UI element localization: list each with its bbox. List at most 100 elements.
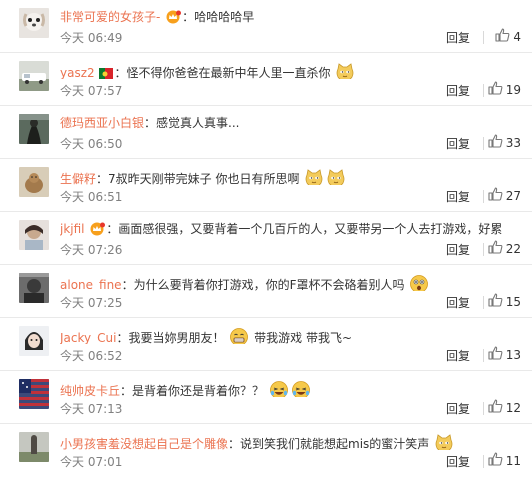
like-count: 13 <box>505 348 521 362</box>
divider <box>483 84 484 97</box>
like-count: 15 <box>505 295 521 309</box>
like-count: 4 <box>513 30 521 44</box>
doge-emoji-icon <box>335 62 355 79</box>
doge-emoji-icon <box>326 168 346 185</box>
like-button[interactable]: 22 <box>488 240 521 258</box>
username-link[interactable]: yasz2 <box>60 66 95 79</box>
username-link[interactable]: 小男孩害羞没想起自己是个雕像 <box>60 437 228 450</box>
timestamp: 今天 07:57 <box>60 84 123 98</box>
username-link[interactable]: Jacky_Cui <box>60 331 116 344</box>
comment-text: 哈哈哈哈早 <box>194 10 255 24</box>
comment-item: 小男孩害羞没想起自己是个雕像：说到笑我们就能想起mis的蜜汁笑声 今天 07:0… <box>0 424 532 477</box>
like-button[interactable]: 11 <box>488 452 521 470</box>
thumbs-up-icon <box>495 28 510 46</box>
comment-text: 7叔昨天刚带完妹子 你也日有所思啊 <box>108 172 300 185</box>
like-button[interactable]: 19 <box>488 81 521 99</box>
comment-item: yasz2 ：怪不得你爸爸在最新中年人里一直杀你 今天 07:57 回复 19 <box>0 53 532 106</box>
divider <box>483 31 484 44</box>
avatar[interactable] <box>19 273 49 303</box>
reply-button[interactable]: 回复 <box>446 296 470 310</box>
grin-emoji-icon <box>229 327 249 344</box>
reply-button[interactable]: 回复 <box>446 402 470 416</box>
divider <box>483 137 484 150</box>
timestamp: 今天 07:26 <box>60 243 123 257</box>
comment-text: 怪不得你爸爸在最新中年人里一直杀你 <box>126 66 331 79</box>
comment-text: 为什么要背着你打游戏，你的F罩杯不会硌着别人吗 <box>133 278 405 291</box>
avatar[interactable] <box>19 114 49 144</box>
like-count: 27 <box>505 189 521 203</box>
divider <box>483 455 484 468</box>
comment-list: 非常可爱的女孩子- ：哈哈哈哈早 今天 06:49 回复 4 yasz2 ：怪不… <box>0 0 532 483</box>
username-link[interactable]: 非常可爱的女孩子- <box>60 10 160 24</box>
divider <box>483 243 484 256</box>
timestamp: 今天 06:52 <box>60 349 123 363</box>
avatar[interactable] <box>19 326 49 356</box>
avatar[interactable] <box>19 220 49 250</box>
username-link[interactable]: 生僻籽 <box>60 172 96 185</box>
comment-text: 我要当妳男朋友！ <box>128 331 225 344</box>
username-link[interactable]: alone_fine <box>60 278 122 291</box>
reply-button[interactable]: 回复 <box>446 31 470 45</box>
comment-item: alone_fine：为什么要背着你打游戏，你的F罩杯不会硌着别人吗 今天 07… <box>0 265 532 318</box>
timestamp: 今天 07:25 <box>60 296 123 310</box>
avatar[interactable] <box>19 379 49 409</box>
reply-button[interactable]: 回复 <box>446 84 470 98</box>
avatar[interactable] <box>19 8 49 38</box>
timestamp: 今天 07:01 <box>60 455 123 469</box>
vip-crown-icon <box>165 10 182 26</box>
like-count: 19 <box>505 83 521 97</box>
like-button[interactable]: 12 <box>488 399 521 417</box>
username-link[interactable]: 德玛西亚小白银 <box>60 116 144 130</box>
divider <box>483 296 484 309</box>
comment-item: 纯帅皮卡丘：是背着你还是背着你？？ 今天 07:13 回复 12 <box>0 371 532 424</box>
timestamp: 今天 07:13 <box>60 402 123 416</box>
timestamp: 今天 06:49 <box>60 31 123 45</box>
thumbs-up-icon <box>488 187 503 205</box>
comment-item: 非常可爱的女孩子- ：哈哈哈哈早 今天 06:49 回复 4 <box>0 0 532 53</box>
reply-button[interactable]: 回复 <box>446 190 470 204</box>
comment-item: 德玛西亚小白银：感觉真人真事... 今天 06:50 回复 33 <box>0 106 532 159</box>
doge-emoji-icon <box>304 168 324 185</box>
comment-item: jkjfil ：画面感很强，又要背着一个几百斤的人，又要带另一个人去打游戏，好累… <box>0 212 532 265</box>
divider <box>483 190 484 203</box>
like-button[interactable]: 27 <box>488 187 521 205</box>
surprised-emoji-icon <box>409 274 429 291</box>
reply-button[interactable]: 回复 <box>446 137 470 151</box>
avatar[interactable] <box>19 61 49 91</box>
like-count: 33 <box>505 136 521 150</box>
username-link[interactable]: jkjfil <box>60 222 85 236</box>
comment-item: Jacky_Cui：我要当妳男朋友！ 带我游戏 带我飞~ 今天 06:52 回复… <box>0 318 532 371</box>
doge-emoji-icon <box>434 433 454 450</box>
thumbs-up-icon <box>488 399 503 417</box>
reply-button[interactable]: 回复 <box>446 243 470 257</box>
like-count: 11 <box>505 454 521 468</box>
avatar[interactable] <box>19 167 49 197</box>
like-button[interactable]: 4 <box>495 28 521 46</box>
vip-crown-icon <box>89 222 106 238</box>
laugh-cry-emoji-icon <box>291 380 311 397</box>
thumbs-up-icon <box>488 293 503 311</box>
thumbs-up-icon <box>488 452 503 470</box>
laugh-cry-emoji-icon <box>269 380 289 397</box>
divider <box>483 349 484 362</box>
thumbs-up-icon <box>488 134 503 152</box>
thumbs-up-icon <box>488 240 503 258</box>
username-link[interactable]: 纯帅皮卡丘 <box>60 384 120 397</box>
thumbs-up-icon <box>488 346 503 364</box>
timestamp: 今天 06:50 <box>60 137 123 151</box>
timestamp: 今天 06:51 <box>60 190 123 204</box>
comment-text: 说到笑我们就能想起mis的蜜汁笑声 <box>240 437 430 450</box>
thumbs-up-icon <box>488 81 503 99</box>
like-button[interactable]: 13 <box>488 346 521 364</box>
like-button[interactable]: 33 <box>488 134 521 152</box>
like-count: 12 <box>505 401 521 415</box>
comment-text: 是背着你还是背着你？？ <box>132 384 265 397</box>
reply-button[interactable]: 回复 <box>446 455 470 469</box>
divider <box>483 402 484 415</box>
reply-button[interactable]: 回复 <box>446 349 470 363</box>
avatar[interactable] <box>19 432 49 462</box>
comment-text-continued: 带我游戏 带我飞~ <box>254 331 352 344</box>
comment-text: 画面感很强，又要背着一个几百斤的人，又要带另一个人去打游戏，好累 <box>118 222 503 236</box>
comment-item: 生僻籽：7叔昨天刚带完妹子 你也日有所思啊 今天 06:51 回复 27 <box>0 159 532 212</box>
like-button[interactable]: 15 <box>488 293 521 311</box>
